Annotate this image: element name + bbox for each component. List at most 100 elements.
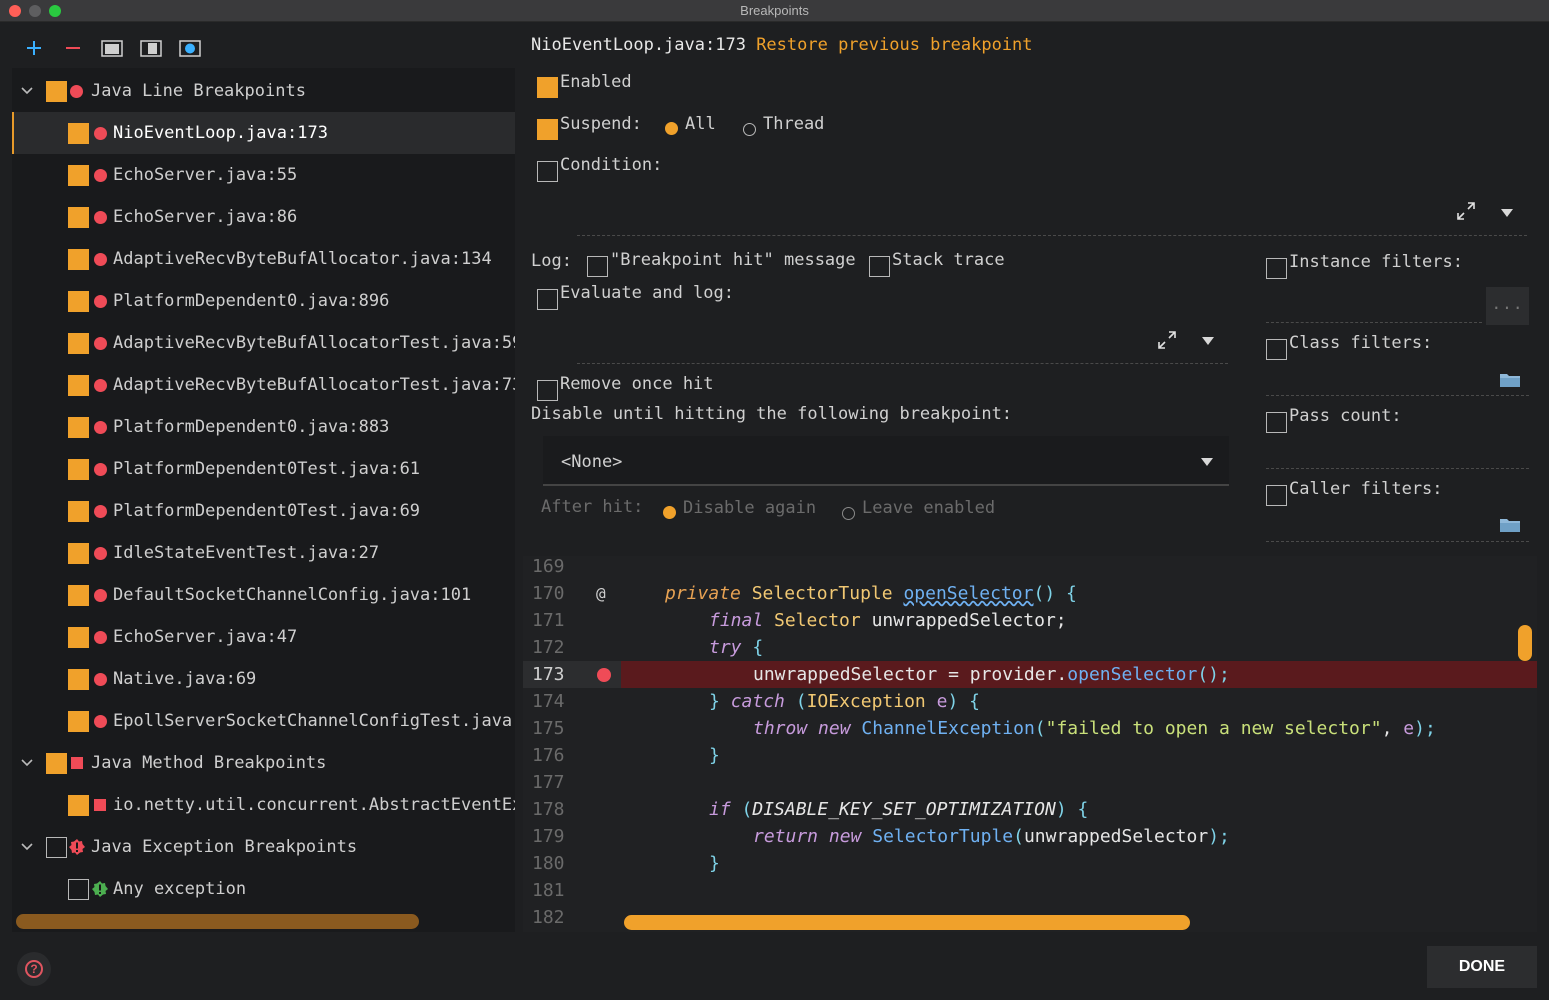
leave-enabled-radio[interactable] (842, 507, 855, 520)
line-breakpoint-icon (94, 547, 107, 560)
group-checkbox[interactable] (46, 81, 67, 102)
tree-item[interactable]: AdaptiveRecvByteBufAllocator.java:134 (12, 238, 515, 280)
dependent-breakpoint-select[interactable]: <None> (543, 436, 1229, 486)
item-checkbox[interactable] (68, 165, 89, 186)
tree-item[interactable]: EchoServer.java:47 (12, 616, 515, 658)
instance-filters-browse-button[interactable]: ... (1486, 287, 1529, 325)
restore-breakpoint-link[interactable]: Restore previous breakpoint (756, 35, 1032, 55)
suspend-checkbox[interactable] (537, 119, 558, 140)
line-number: 174 (532, 691, 565, 712)
token: final (709, 610, 764, 631)
remove-once-hit-checkbox[interactable] (537, 380, 558, 401)
caller-filters-field[interactable] (1266, 541, 1529, 542)
condition-checkbox[interactable] (537, 161, 558, 182)
group-by-package-button[interactable] (92, 34, 131, 62)
evaluate-and-log-checkbox[interactable] (537, 289, 558, 310)
tree-item[interactable]: DefaultSocketChannelConfig.java:101 (12, 574, 515, 616)
evaluate-field[interactable] (577, 363, 1228, 364)
any-exception-icon (92, 881, 108, 897)
tree-item[interactable]: EchoServer.java:55 (12, 154, 515, 196)
instance-filters-checkbox[interactable] (1266, 258, 1287, 279)
condition-field[interactable] (577, 235, 1527, 236)
item-checkbox[interactable] (68, 207, 89, 228)
item-checkbox[interactable] (68, 711, 89, 732)
stack-trace-checkbox[interactable] (869, 256, 890, 277)
tree-item[interactable]: NioEventLoop.java:173 (12, 112, 515, 154)
caller-filters-checkbox[interactable] (1266, 485, 1287, 506)
evaluate-dropdown-icon[interactable] (1202, 337, 1214, 345)
suspend-all-radio[interactable] (665, 122, 678, 135)
group-by-class-button[interactable] (170, 34, 209, 62)
chevron-down-icon[interactable] (20, 756, 34, 770)
tree-item[interactable]: EchoServer.java:86 (12, 196, 515, 238)
add-breakpoint-button[interactable] (14, 34, 53, 62)
tree-item[interactable]: AdaptiveRecvByteBufAllocatorTest.java:73 (12, 364, 515, 406)
line-number: 171 (532, 610, 565, 631)
group-java-exception-breakpoints[interactable]: Java Exception Breakpoints (12, 826, 515, 868)
override-marker[interactable]: @ (596, 580, 606, 607)
pass-count-field[interactable] (1266, 468, 1529, 469)
folder-icon[interactable] (1499, 371, 1521, 389)
chevron-down-icon[interactable] (20, 84, 34, 98)
line-breakpoint-icon (94, 169, 107, 182)
item-checkbox[interactable] (68, 459, 89, 480)
item-label: EchoServer.java:86 (113, 207, 298, 227)
item-checkbox[interactable] (68, 417, 89, 438)
log-message-checkbox[interactable] (587, 256, 608, 277)
item-checkbox[interactable] (68, 333, 89, 354)
class-filters-field[interactable] (1266, 395, 1529, 396)
tree-item[interactable]: io.netty.util.concurrent.AbstractEventEx (12, 784, 515, 826)
remove-breakpoint-button[interactable] (53, 34, 92, 62)
tree-item[interactable]: Native.java:69 (12, 658, 515, 700)
tree-horizontal-scrollbar[interactable] (16, 914, 419, 929)
item-checkbox[interactable] (68, 501, 89, 522)
item-checkbox[interactable] (68, 669, 89, 690)
item-checkbox[interactable] (68, 375, 89, 396)
help-button[interactable]: ? (17, 952, 51, 986)
item-checkbox[interactable] (68, 795, 89, 816)
tree-item[interactable]: EpollServerSocketChannelConfigTest.java: (12, 700, 515, 742)
condition-dropdown-icon[interactable] (1501, 209, 1513, 217)
item-checkbox[interactable] (68, 879, 89, 900)
breakpoints-tree[interactable]: Java Line Breakpoints NioEventLoop.java:… (12, 68, 515, 932)
tree-item[interactable]: PlatformDependent0.java:883 (12, 406, 515, 448)
tree-item[interactable]: AdaptiveRecvByteBufAllocatorTest.java:59 (12, 322, 515, 364)
class-filters-checkbox[interactable] (1266, 339, 1287, 360)
pass-count-checkbox[interactable] (1266, 412, 1287, 433)
suspend-thread-label: Thread (763, 114, 825, 134)
item-checkbox[interactable] (68, 543, 89, 564)
item-checkbox[interactable] (68, 585, 89, 606)
code-horizontal-scrollbar[interactable] (624, 915, 1190, 930)
code-vertical-scrollbar[interactable] (1518, 625, 1532, 661)
group-by-file-button[interactable] (131, 34, 170, 62)
group-java-line-breakpoints[interactable]: Java Line Breakpoints (12, 70, 515, 112)
enabled-label: Enabled (560, 72, 632, 92)
code-line: 172 try { (523, 634, 1537, 661)
done-button[interactable]: DONE (1427, 946, 1537, 988)
tree-item[interactable]: Any exception (12, 868, 515, 910)
group-checkbox[interactable] (46, 753, 67, 774)
disable-again-radio[interactable] (663, 506, 676, 519)
tree-item[interactable]: PlatformDependent0Test.java:69 (12, 490, 515, 532)
token: { (752, 637, 764, 658)
item-checkbox[interactable] (68, 627, 89, 648)
item-checkbox[interactable] (68, 249, 89, 270)
expand-icon[interactable] (1456, 201, 1476, 221)
enabled-checkbox[interactable] (537, 77, 558, 98)
tree-item[interactable]: IdleStateEventTest.java:27 (12, 532, 515, 574)
tree-item[interactable]: PlatformDependent0.java:896 (12, 280, 515, 322)
folder-icon[interactable] (1499, 516, 1521, 534)
token: SelectorTuple (872, 826, 1014, 847)
code-preview[interactable]: 169 170 @ private SelectorTuple openSele… (523, 556, 1537, 932)
leave-enabled-label: Leave enabled (862, 498, 996, 518)
chevron-down-icon[interactable] (20, 840, 34, 854)
instance-filters-field[interactable] (1266, 322, 1482, 323)
tree-item[interactable]: PlatformDependent0Test.java:61 (12, 448, 515, 490)
suspend-thread-radio[interactable] (743, 123, 756, 136)
expand-icon[interactable] (1157, 330, 1177, 350)
item-checkbox[interactable] (68, 123, 89, 144)
group-java-method-breakpoints[interactable]: Java Method Breakpoints (12, 742, 515, 784)
group-checkbox[interactable] (46, 837, 67, 858)
breakpoint-marker-icon[interactable] (597, 668, 611, 682)
item-checkbox[interactable] (68, 291, 89, 312)
